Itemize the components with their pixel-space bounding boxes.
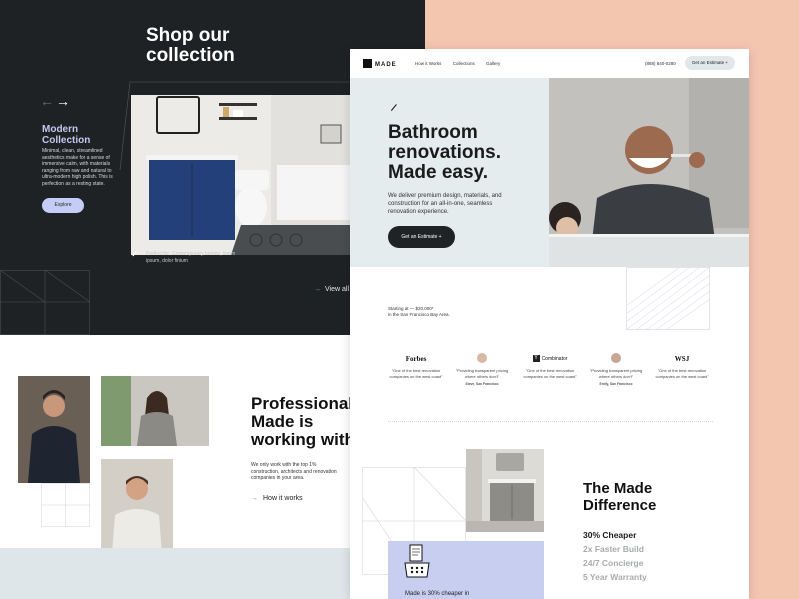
- logo-mark-icon: [363, 59, 372, 68]
- modern-collection-title: Modern Collection: [42, 124, 91, 146]
- lavender-box-text: Made is 30% cheaper in: [405, 591, 470, 597]
- difference-list: 30% Cheaper 2x Faster Build 24/7 Concier…: [583, 528, 647, 584]
- view-all-label: View all: [325, 286, 349, 293]
- nav-links: How it Works Collections Gallery: [415, 61, 510, 66]
- how-it-works-label: How it works: [263, 495, 303, 502]
- hero-photo: [549, 78, 749, 267]
- press-author: Steve, San Francisco: [465, 382, 499, 386]
- check-icon: ✓: [131, 249, 139, 259]
- next-arrow-icon[interactable]: →: [56, 93, 70, 109]
- explore-button[interactable]: Explore: [42, 198, 84, 213]
- starting-price-line2: in the San Francisco Bay Area.: [388, 312, 450, 317]
- difference-item[interactable]: 2x Faster Build: [583, 542, 647, 556]
- logo-text: MADE: [375, 62, 397, 68]
- hero-title: Bathroom renovations. Made easy.: [388, 122, 501, 183]
- arrow-right-icon: →: [251, 495, 258, 502]
- press-quote: "Providing transparent pricing where oth…: [589, 368, 643, 379]
- difference-item[interactable]: 30% Cheaper: [583, 528, 647, 542]
- press-author: Emily, San Francisco: [599, 382, 633, 386]
- decor-lines-box: [626, 267, 710, 330]
- press-quote: "One of the best renovation companies on…: [523, 368, 577, 379]
- difference-title: The Made Difference: [583, 480, 657, 514]
- difference-item[interactable]: 24/7 Concierge: [583, 556, 647, 570]
- combinator-logo-icon: Y: [532, 355, 540, 363]
- nav-estimate-button[interactable]: Get an Estimate +: [685, 56, 735, 70]
- avatar: [611, 353, 621, 364]
- perfect-for-text: Perfect for: Contemporary homes, lorem i…: [146, 251, 236, 264]
- hero-estimate-button[interactable]: Get an Estimate +: [388, 226, 455, 248]
- professional-title: Professional Made is working with: [251, 394, 355, 449]
- press-combinator: Y Combinator "One of the best renovation …: [520, 353, 580, 379]
- photo-woman-smiling: [101, 376, 209, 446]
- press-quote: "One of the best renovation companies on…: [655, 368, 709, 379]
- made-logo[interactable]: MADE: [363, 59, 397, 68]
- bathroom-photo: [131, 95, 351, 255]
- nav-link-how[interactable]: How it Works: [415, 61, 441, 66]
- press-quote: "One of the best renovation companies on…: [389, 368, 443, 379]
- section-divider: [388, 421, 713, 422]
- professional-desc: We only work with the top 1% constructio…: [251, 462, 337, 481]
- how-it-works-link[interactable]: → How it works: [251, 495, 303, 502]
- view-all-link[interactable]: → View all: [314, 286, 349, 293]
- avatar: [477, 353, 487, 364]
- modern-collection-desc: Minimal, clean, streamlined aesthetics m…: [42, 148, 113, 187]
- press-forbes: Forbes "One of the best renovation compa…: [386, 353, 446, 379]
- difference-item[interactable]: 5 Year Warranty: [583, 570, 647, 584]
- press-quote: "Providing transparent pricing where oth…: [455, 368, 509, 379]
- perfect-for-note: ✓ Perfect for: Contemporary homes, lorem…: [131, 249, 241, 264]
- website-mockup: MADE How it Works Collections Gallery (8…: [350, 49, 749, 599]
- press-testimonial-emily: "Providing transparent pricing where oth…: [586, 353, 646, 386]
- press-testimonial-steve: "Providing transparent pricing where oth…: [452, 353, 512, 386]
- starting-price: Starting at — $20,000* in the San Franci…: [388, 306, 508, 318]
- press-wsj: WSJ "One of the best renovation companie…: [652, 353, 712, 379]
- prev-arrow-icon[interactable]: ←: [40, 93, 54, 109]
- hero-desc: We deliver premium design, materials, an…: [388, 193, 502, 215]
- combinator-logo: Combinator: [541, 356, 568, 362]
- arrow-right-icon: →: [314, 286, 321, 293]
- photo-man-dark-sweater: [18, 376, 90, 483]
- decor-geometry: [0, 270, 90, 335]
- footer-strip: [0, 548, 360, 599]
- nav-link-gallery[interactable]: Gallery: [486, 61, 500, 66]
- nav-link-collections[interactable]: Collections: [453, 61, 475, 66]
- decor-grid: [41, 483, 90, 527]
- receipt-register-icon: [404, 544, 430, 578]
- vanity-photo: [466, 449, 544, 532]
- collection-title: Shop our collection: [146, 25, 235, 66]
- top-nav: MADE How it Works Collections Gallery (8…: [350, 49, 749, 78]
- forbes-logo: Forbes: [405, 355, 427, 363]
- phone-number[interactable]: (888) 840-0280: [645, 61, 676, 66]
- wsj-logo: WSJ: [674, 355, 690, 363]
